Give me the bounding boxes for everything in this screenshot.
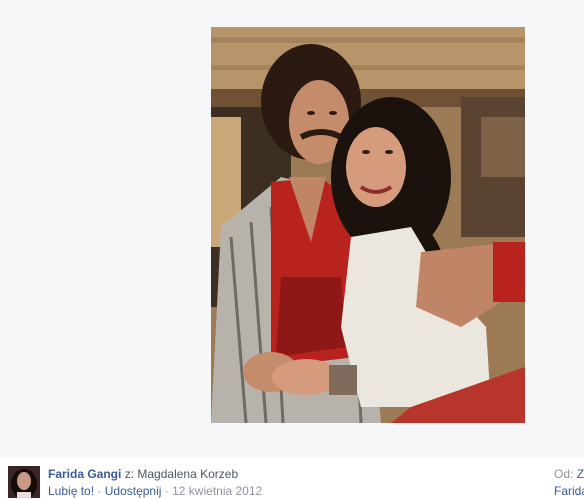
photo-viewer <box>0 0 584 458</box>
author-link[interactable]: Farida Gangi <box>48 467 121 481</box>
from-value[interactable]: Z <box>577 467 584 481</box>
post-caption: Farida Gangi z: Magdalena Korzeb <box>48 466 238 482</box>
share-button[interactable]: Udostępnij <box>105 484 162 498</box>
like-button[interactable]: Lubię to! <box>48 484 94 498</box>
post-actions: Lubię to! · Udostępnij · 12 kwietnia 201… <box>48 483 262 499</box>
separator: · <box>97 484 102 498</box>
album-owner-link[interactable]: Farida <box>554 483 584 499</box>
from-name: Magdalena Korzeb <box>137 467 239 481</box>
separator: · <box>164 484 169 498</box>
from-prefix: z: <box>124 467 135 481</box>
from-label: Od: <box>554 467 574 481</box>
photo-footer: Farida Gangi z: Magdalena Korzeb Lubię t… <box>0 458 584 498</box>
album-source: Od: Z <box>554 466 584 482</box>
avatar[interactable] <box>8 466 40 498</box>
photo[interactable] <box>211 27 525 423</box>
post-date[interactable]: 12 kwietnia 2012 <box>172 484 262 498</box>
